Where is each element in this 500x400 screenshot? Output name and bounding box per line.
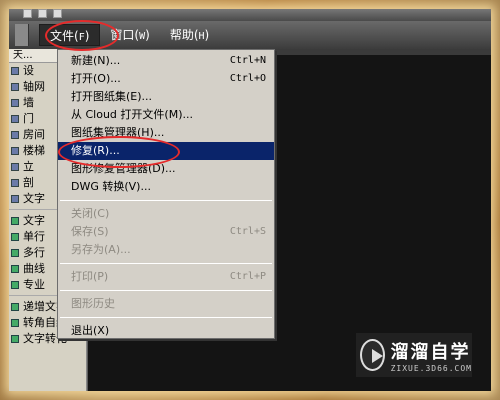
menu-item-label: 保存(S) xyxy=(71,225,109,238)
file-menu-item-9: 保存(S) Ctrl+S xyxy=(58,223,274,241)
tool-icon xyxy=(11,335,19,343)
tool-icon xyxy=(11,195,19,203)
play-logo-icon xyxy=(360,339,385,371)
menu-help[interactable]: 帮助(H) xyxy=(160,24,219,46)
panel-item-label: 设 xyxy=(23,64,34,77)
panel-subitem-label: 单行 xyxy=(23,230,45,243)
tool-icon xyxy=(11,265,19,273)
panel-item-label: 立 xyxy=(23,160,34,173)
tool-icon xyxy=(11,217,19,225)
menu-item-shortcut: Ctrl+N xyxy=(229,55,266,66)
menu-item-label: 打开图纸集(E)... xyxy=(71,90,153,103)
menu-item-label: 图纸集管理器(H)... xyxy=(71,126,165,139)
menu-separator xyxy=(60,290,272,291)
menu-item-label: 图形修复管理器(D)... xyxy=(71,162,176,175)
file-menu-item-0[interactable]: 新建(N)... Ctrl+N xyxy=(58,52,274,70)
menu-item-label: 退出(X) xyxy=(71,324,110,337)
menu-file[interactable]: 文件(F) xyxy=(39,24,101,46)
menu-item-label: 从 Cloud 打开文件(M)... xyxy=(71,108,193,121)
file-menu-item-7[interactable]: DWG 转换(V)... xyxy=(58,178,274,196)
tool-icon xyxy=(11,147,19,155)
file-menu-item-4[interactable]: 图纸集管理器(H)... xyxy=(58,124,274,142)
menu-item-label: 关闭(C) xyxy=(71,207,110,220)
menu-file-close: ) xyxy=(84,29,90,43)
file-menu-item-5[interactable]: 修复(R)... xyxy=(58,142,274,160)
menubar: 文件(F) 窗口(W) 帮助(H) xyxy=(9,21,491,49)
menu-item-label: 修复(R)... xyxy=(71,144,120,157)
menu-window-label: 窗口( xyxy=(110,28,140,42)
menu-window-close: ) xyxy=(145,28,150,42)
tool-icon xyxy=(11,233,19,241)
file-menu-item-3[interactable]: 从 Cloud 打开文件(M)... xyxy=(58,106,274,124)
watermark: 溜溜自学 ZIXUE.3D66.COM xyxy=(356,333,472,377)
panel-item-label: 轴网 xyxy=(23,80,45,93)
watermark-title: 溜溜自学 xyxy=(390,341,471,363)
menu-item-label: 图形历史 xyxy=(71,297,115,310)
menu-item-label: 新建(N)... xyxy=(71,54,121,67)
file-menu-item-13[interactable]: 退出(X) xyxy=(58,322,274,340)
file-dropdown-menu: 新建(N)... Ctrl+N 打开(O)... Ctrl+O 打开图纸集(E)... 从… xyxy=(57,49,275,339)
panel-item-label: 文字 xyxy=(23,192,45,205)
file-menu-item-1[interactable]: 打开(O)... Ctrl+O xyxy=(58,70,274,88)
panel-item-label: 楼梯 xyxy=(23,144,45,157)
tool-icon xyxy=(11,281,19,289)
file-menu-item-2[interactable]: 打开图纸集(E)... xyxy=(58,88,274,106)
panel-subitem-label: 专业 xyxy=(23,278,45,291)
menu-item-shortcut: Ctrl+S xyxy=(229,226,266,237)
app-window: 文件(F) 窗口(W) 帮助(H) 天... 设轴网墙门房间 楼梯立剖文字 文字单… xyxy=(9,9,491,391)
tool-icon xyxy=(11,319,19,327)
panel-subitem-label: 曲线 xyxy=(23,262,45,275)
tool-icon xyxy=(11,249,19,257)
tool-icon xyxy=(11,303,19,311)
file-menu-item-10: 另存为(A)... xyxy=(58,241,274,259)
tool-icon xyxy=(11,67,19,75)
file-menu-item-8: 关闭(C) xyxy=(58,205,274,223)
menu-item-shortcut: Ctrl+P xyxy=(229,271,266,282)
tool-icon xyxy=(11,115,19,123)
window-icon-2[interactable] xyxy=(38,9,47,18)
panel-item-label: 门 xyxy=(23,112,34,125)
menu-separator xyxy=(60,200,272,201)
tool-icon xyxy=(11,179,19,187)
file-menu-item-11: 打印(P) Ctrl+P xyxy=(58,268,274,286)
watermark-text: 溜溜自学 ZIXUE.3D66.COM xyxy=(391,338,472,373)
window-icon-1[interactable] xyxy=(23,9,32,18)
menu-window[interactable]: 窗口(W) xyxy=(100,24,159,46)
tool-icon xyxy=(11,83,19,91)
menu-item-label: DWG 转换(V)... xyxy=(71,180,151,193)
panel-subitem-label: 多行 xyxy=(23,246,45,259)
menu-file-label: 文件( xyxy=(50,29,79,43)
watermark-subtitle: ZIXUE.3D66.COM xyxy=(390,363,472,373)
window-controls xyxy=(23,9,62,18)
panel-item-label: 剖 xyxy=(23,176,34,189)
tool-icon xyxy=(11,163,19,171)
tool-icon xyxy=(11,131,19,139)
window-icon-3[interactable] xyxy=(53,9,62,18)
menu-item-shortcut: Ctrl+O xyxy=(229,73,266,84)
menu-separator xyxy=(60,263,272,264)
menu-item-label: 另存为(A)... xyxy=(71,243,131,256)
file-menu-item-6[interactable]: 图形修复管理器(D)... xyxy=(58,160,274,178)
tool-icon xyxy=(11,99,19,107)
menu-help-label: 帮助( xyxy=(169,28,199,42)
panel-item-label: 墙 xyxy=(23,96,34,109)
file-menu-item-12: 图形历史 xyxy=(58,295,274,313)
menubar-grip[interactable] xyxy=(15,24,29,46)
panel-item-label: 房间 xyxy=(23,128,45,141)
title-strip xyxy=(9,9,491,21)
menu-item-label: 打开(O)... xyxy=(71,72,121,85)
menu-item-label: 打印(P) xyxy=(71,270,109,283)
menu-separator xyxy=(60,317,272,318)
panel-subitem-label: 文字 xyxy=(23,214,45,227)
menu-help-close: ) xyxy=(204,28,210,42)
